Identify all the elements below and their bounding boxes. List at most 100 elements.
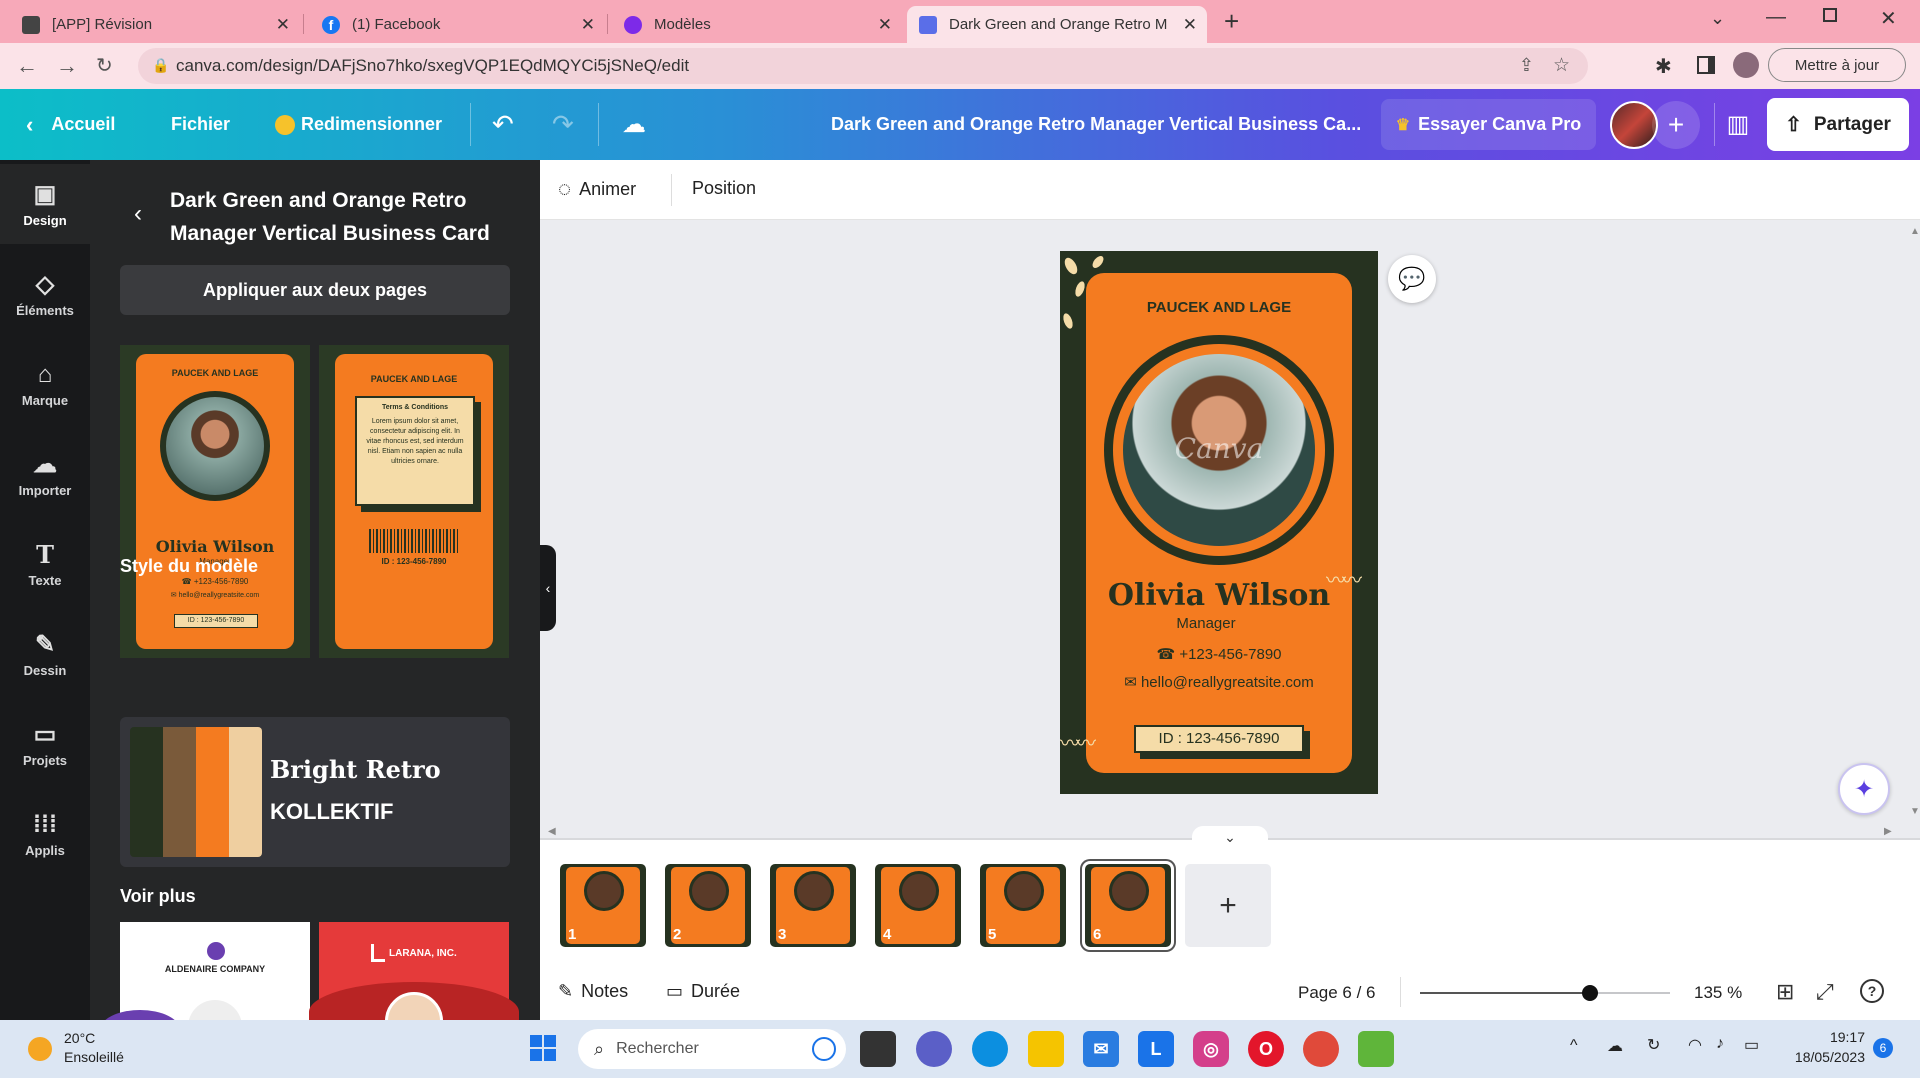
file-menu[interactable]: Fichier [171, 89, 230, 160]
winrar-icon[interactable] [1358, 1031, 1394, 1067]
file-explorer-icon[interactable] [1028, 1031, 1064, 1067]
volume-icon[interactable]: ♪ [1716, 1035, 1724, 1053]
person-name[interactable]: Olivia Wilson [1086, 578, 1352, 613]
card-front[interactable]: PAUCEK AND LAGE Canva Olivia Wilson Mana… [1086, 273, 1352, 773]
undo-icon[interactable]: ↶ [492, 89, 514, 160]
minimize-icon[interactable]: — [1766, 6, 1786, 29]
update-button[interactable]: Mettre à jour [1768, 48, 1906, 82]
app-l-icon[interactable]: L [1138, 1031, 1174, 1067]
rail-item-upload[interactable]: ☁ Importer [0, 434, 90, 514]
help-icon[interactable]: ? [1860, 979, 1884, 1003]
duration-button[interactable]: ▭ Durée [666, 981, 740, 1002]
edge-icon[interactable] [972, 1031, 1008, 1067]
try-pro-button[interactable]: ♛ Essayer Canva Pro [1381, 99, 1596, 150]
email-line[interactable]: ✉ hello@reallygreatsite.com [1086, 673, 1352, 691]
scroll-left-arrow[interactable]: ◀ [548, 826, 556, 837]
home-button[interactable]: ‹ Accueil [26, 89, 115, 160]
page-thumb-1[interactable]: 1 [560, 864, 646, 947]
onedrive-icon[interactable]: ☁ [1607, 1036, 1623, 1056]
back-icon[interactable]: ← [16, 53, 38, 79]
template-thumb-larana[interactable]: LARANA, INC. [309, 922, 519, 1020]
chrome-icon[interactable] [1303, 1031, 1339, 1067]
user-avatar[interactable] [1610, 101, 1658, 149]
battery-icon[interactable]: ▭ [1744, 1035, 1759, 1055]
clock-time[interactable]: 19:17 [1785, 1029, 1865, 1045]
scroll-down-arrow[interactable]: ▼ [1910, 806, 1920, 817]
notes-button[interactable]: ✎ Notes [558, 981, 628, 1002]
phone-line[interactable]: ☎ +123-456-7890 [1086, 645, 1352, 663]
show-hidden-icons[interactable]: ^ [1570, 1037, 1578, 1055]
resize-button[interactable]: Redimensionner [275, 89, 442, 160]
grid-view-icon[interactable]: ⊞ [1776, 979, 1794, 1005]
close-tab-icon[interactable]: ✕ [1183, 15, 1197, 35]
page-thumb-6-selected[interactable]: 6 [1082, 861, 1174, 950]
back-chevron-icon[interactable]: ‹ [134, 200, 142, 228]
windows-start-icon[interactable] [530, 1035, 556, 1061]
tab-app-revision[interactable]: [APP] Révision ✕ [10, 6, 300, 43]
tab-search-icon[interactable]: ⌄ [1710, 8, 1725, 29]
template-page-front[interactable]: PAUCEK AND LAGE Olivia Wilson Manager ☎ … [120, 345, 310, 658]
id-badge[interactable]: ID : 123-456-7890 [1134, 725, 1304, 753]
collapse-panel-handle[interactable]: ‹ [540, 545, 556, 631]
clock-date[interactable]: 18/05/2023 [1785, 1049, 1865, 1065]
person-role[interactable]: Manager [1086, 615, 1326, 632]
rail-item-design[interactable]: ▣ Design [0, 164, 90, 244]
fullscreen-icon[interactable]: ⤢ [1816, 979, 1834, 1005]
close-tab-icon[interactable]: ✕ [581, 15, 595, 35]
bookmark-star-icon[interactable]: ☆ [1553, 54, 1570, 77]
zoom-slider-knob[interactable] [1582, 985, 1598, 1001]
company-name[interactable]: PAUCEK AND LAGE [1086, 299, 1352, 316]
weather-temp[interactable]: 20°C [64, 1030, 95, 1046]
scroll-up-arrow[interactable]: ▲ [1910, 226, 1920, 237]
new-tab-button[interactable]: + [1224, 6, 1239, 37]
url-field[interactable]: 🔒 canva.com/design/DAFjSno7hko/sxegVQP1E… [138, 48, 1588, 84]
reload-icon[interactable]: ↻ [96, 53, 113, 78]
instagram-icon[interactable]: ◎ [1193, 1031, 1229, 1067]
tab-modeles[interactable]: Modèles ✕ [612, 6, 902, 43]
forward-icon[interactable]: → [56, 53, 78, 79]
position-button[interactable]: Position [692, 178, 756, 199]
taskbar-search[interactable]: ⌕ Rechercher [578, 1029, 846, 1069]
notification-badge[interactable]: 6 [1873, 1038, 1893, 1058]
wifi-icon[interactable]: ◠ [1688, 1035, 1702, 1055]
document-title[interactable]: Dark Green and Orange Retro Manager Vert… [831, 89, 1361, 160]
template-page-back[interactable]: PAUCEK AND LAGE Terms & Conditions Lorem… [319, 345, 509, 658]
template-thumb-aldenaire[interactable]: ALDENAIRE COMPANY [100, 922, 310, 1020]
profile-avatar[interactable] [1733, 52, 1759, 78]
analytics-icon[interactable]: ▥ [1719, 99, 1757, 150]
template-style-card[interactable]: Bright Retro KOLLEKTIF [120, 717, 510, 867]
add-comment-button[interactable]: 💬 [1388, 255, 1436, 303]
page-indicator[interactable]: Page 6 / 6 [1298, 983, 1376, 1003]
business-card-design[interactable]: PAUCEK AND LAGE Canva Olivia Wilson Mana… [1060, 251, 1378, 794]
sync-icon[interactable]: ↻ [1647, 1035, 1660, 1055]
close-window-icon[interactable]: ✕ [1880, 6, 1897, 31]
close-tab-icon[interactable]: ✕ [276, 15, 290, 35]
page-thumb-5[interactable]: 5 [980, 864, 1066, 947]
close-tab-icon[interactable]: ✕ [878, 15, 892, 35]
redo-icon[interactable]: ↷ [552, 89, 574, 160]
task-view-icon[interactable] [860, 1031, 896, 1067]
zoom-level[interactable]: 135 % [1694, 983, 1742, 1003]
tab-facebook[interactable]: f (1) Facebook ✕ [310, 6, 605, 43]
rail-item-apps[interactable]: ⁞⁞⁞ Applis [0, 794, 90, 874]
opera-icon[interactable]: O [1248, 1031, 1284, 1067]
mail-icon[interactable]: ✉ [1083, 1031, 1119, 1067]
rail-item-draw[interactable]: ✎ Dessin [0, 614, 90, 694]
rail-item-brand[interactable]: ⌂ Marque [0, 344, 90, 424]
restore-icon[interactable] [1823, 8, 1837, 22]
rail-item-text[interactable]: T Texte [0, 524, 90, 604]
extensions-icon[interactable]: ✱ [1655, 54, 1672, 79]
animate-button[interactable]: ◌ Animer [558, 176, 636, 202]
scroll-right-arrow[interactable]: ▶ [1884, 826, 1892, 837]
add-collaborator-button[interactable]: + [1652, 101, 1700, 149]
weather-desc[interactable]: Ensoleillé [64, 1049, 124, 1065]
teams-icon[interactable] [916, 1031, 952, 1067]
page-thumb-2[interactable]: 2 [665, 864, 751, 947]
tab-design-active[interactable]: Dark Green and Orange Retro M ✕ [907, 6, 1207, 43]
share-page-icon[interactable]: ⇪ [1519, 55, 1534, 76]
zoom-slider[interactable] [1420, 985, 1670, 1001]
apply-both-pages-button[interactable]: Appliquer aux deux pages [120, 265, 510, 315]
add-page-button[interactable]: + [1185, 864, 1271, 947]
rail-item-projects[interactable]: ▭ Projets [0, 704, 90, 784]
page-thumb-3[interactable]: 3 [770, 864, 856, 947]
